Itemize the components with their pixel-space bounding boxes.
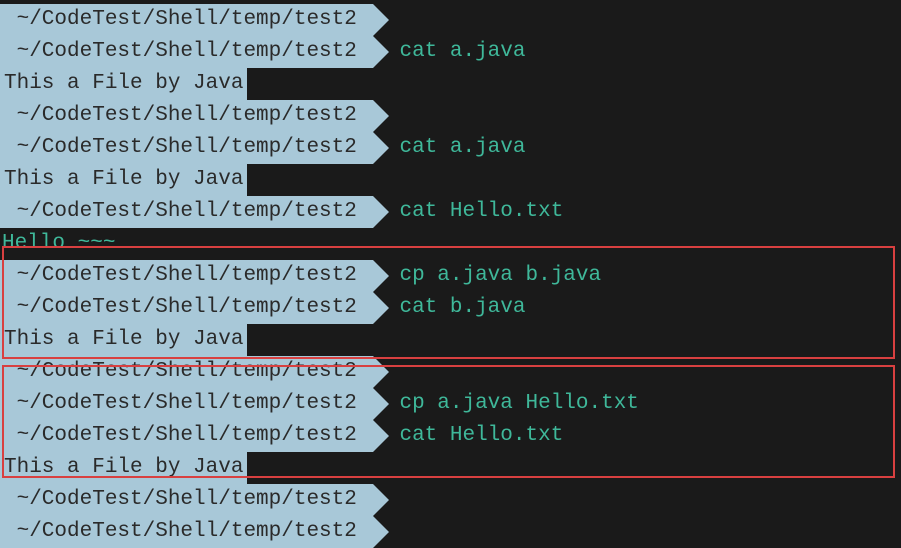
command-text: cat a.java xyxy=(399,36,525,68)
prompt-path: ~/CodeTest/Shell/temp/test2 xyxy=(0,36,373,68)
output-text: This a File by Java xyxy=(0,68,247,100)
terminal-line: This a File by Java xyxy=(0,68,901,100)
terminal-line: ~/CodeTest/Shell/temp/test2 cat Hello.tx… xyxy=(0,420,901,452)
output-text: This a File by Java xyxy=(0,164,247,196)
command-text: cat Hello.txt xyxy=(399,420,563,452)
prompt-path: ~/CodeTest/Shell/temp/test2 xyxy=(0,516,373,548)
terminal-line: ~/CodeTest/Shell/temp/test2 cat a.java xyxy=(0,36,901,68)
output-text: This a File by Java xyxy=(0,452,247,484)
terminal-line: ~/CodeTest/Shell/temp/test2 cat a.java xyxy=(0,132,901,164)
command-text: cat a.java xyxy=(399,132,525,164)
prompt-path: ~/CodeTest/Shell/temp/test2 xyxy=(0,388,373,420)
prompt-path: ~/CodeTest/Shell/temp/test2 xyxy=(0,420,373,452)
terminal-line: ~/CodeTest/Shell/temp/test2 xyxy=(0,516,901,548)
terminal-line: ~/CodeTest/Shell/temp/test2 cp a.java b.… xyxy=(0,260,901,292)
terminal-line: ~/CodeTest/Shell/temp/test2 xyxy=(0,100,901,132)
command-text: cp a.java Hello.txt xyxy=(399,388,638,420)
terminal-line: ~/CodeTest/Shell/temp/test2 xyxy=(0,4,901,36)
prompt-path: ~/CodeTest/Shell/temp/test2 xyxy=(0,484,373,516)
terminal-output[interactable]: ~/CodeTest/Shell/temp/test2 ~/CodeTest/S… xyxy=(0,0,901,548)
terminal-line: ~/CodeTest/Shell/temp/test2 cat Hello.tx… xyxy=(0,196,901,228)
prompt-path: ~/CodeTest/Shell/temp/test2 xyxy=(0,292,373,324)
prompt-path: ~/CodeTest/Shell/temp/test2 xyxy=(0,196,373,228)
prompt-path: ~/CodeTest/Shell/temp/test2 xyxy=(0,100,373,132)
terminal-line: ~/CodeTest/Shell/temp/test2 xyxy=(0,484,901,516)
prompt-path: ~/CodeTest/Shell/temp/test2 xyxy=(0,260,373,292)
terminal-line: Hello ~~~ xyxy=(0,228,901,260)
terminal-line: This a File by Java xyxy=(0,324,901,356)
terminal-line: This a File by Java xyxy=(0,164,901,196)
output-text: This a File by Java xyxy=(0,324,247,356)
prompt-path: ~/CodeTest/Shell/temp/test2 xyxy=(0,356,373,388)
terminal-line: ~/CodeTest/Shell/temp/test2 cat b.java xyxy=(0,292,901,324)
terminal-line: ~/CodeTest/Shell/temp/test2 xyxy=(0,356,901,388)
terminal-line: ~/CodeTest/Shell/temp/test2 cp a.java He… xyxy=(0,388,901,420)
command-text: cp a.java b.java xyxy=(399,260,601,292)
prompt-path: ~/CodeTest/Shell/temp/test2 xyxy=(0,4,373,36)
output-text: Hello ~~~ xyxy=(0,228,115,260)
prompt-path: ~/CodeTest/Shell/temp/test2 xyxy=(0,132,373,164)
command-text: cat b.java xyxy=(399,292,525,324)
terminal-line: This a File by Java xyxy=(0,452,901,484)
command-text: cat Hello.txt xyxy=(399,196,563,228)
